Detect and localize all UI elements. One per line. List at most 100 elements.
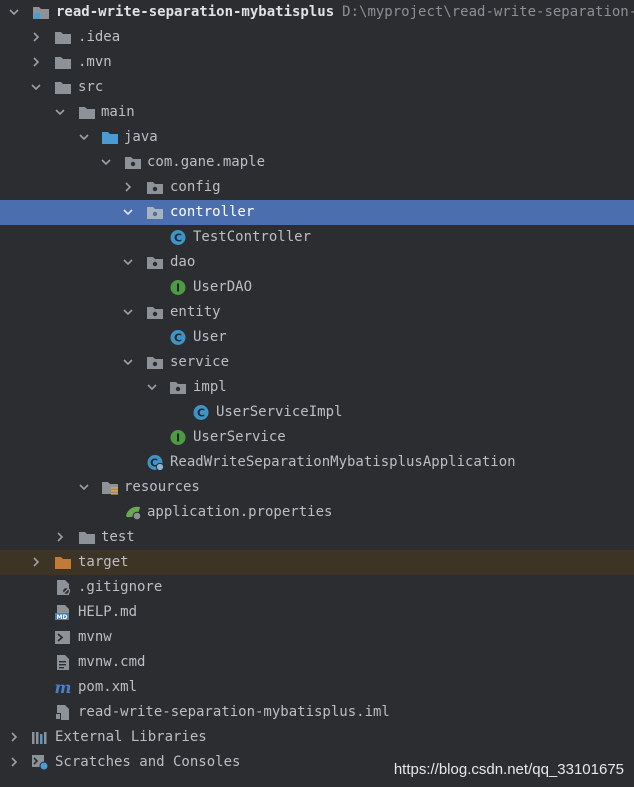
java-class-icon: C	[169, 329, 187, 346]
chevron-right-icon[interactable]	[54, 531, 66, 543]
svg-text:I: I	[176, 432, 180, 445]
tree-row-iml[interactable]: read-write-separation-mybatisplus.iml	[0, 700, 634, 725]
package-icon	[146, 254, 164, 271]
folder-icon	[54, 54, 72, 71]
excluded-folder-icon	[54, 554, 72, 571]
tree-row-src[interactable]: src	[0, 75, 634, 100]
tree-item-label: read-write-separation-mybatisplus.iml	[78, 704, 390, 720]
tree-item-label: ReadWriteSeparationMybatisplusApplicatio…	[170, 454, 516, 470]
tree-item-label: impl	[193, 379, 227, 395]
tree-row-test-controller[interactable]: C TestController	[0, 225, 634, 250]
chevron-down-icon[interactable]	[146, 381, 158, 393]
tree-item-label: mvnw.cmd	[78, 654, 146, 670]
folder-icon	[54, 79, 72, 96]
tree-item-label: resources	[124, 479, 200, 495]
chevron-down-icon[interactable]	[78, 131, 90, 143]
idea-name: idea	[86, 29, 121, 45]
chevron-down-icon[interactable]	[100, 156, 112, 168]
library-icon	[31, 729, 49, 746]
tree-row-mvn[interactable]: .mvn	[0, 50, 634, 75]
svg-text:C: C	[174, 232, 182, 245]
tree-item-label: .mvn	[78, 54, 112, 70]
resources-folder-icon	[101, 479, 119, 496]
tree-row-application[interactable]: C ReadWriteSeparationMybatisplusApplicat…	[0, 450, 634, 475]
tree-row-mvnw-cmd[interactable]: mvnw.cmd	[0, 650, 634, 675]
module-folder-icon	[32, 4, 50, 21]
tree-row-dao[interactable]: dao	[0, 250, 634, 275]
tree-item-label: dao	[170, 254, 196, 270]
tree-item-label: controller	[170, 204, 255, 220]
tree-row-test[interactable]: test	[0, 525, 634, 550]
tree-item-label: UserServiceImpl	[216, 404, 343, 420]
chevron-down-icon[interactable]	[122, 306, 134, 318]
tree-item-label: com.gane.maple	[147, 154, 266, 170]
tree-item-label: main	[101, 104, 135, 120]
chevron-down-icon[interactable]	[122, 256, 134, 268]
java-class-icon: C	[169, 229, 187, 246]
tree-row-java[interactable]: java	[0, 125, 634, 150]
tree-row-main[interactable]: main	[0, 100, 634, 125]
tree-item-label: pom.xml	[78, 679, 138, 695]
chevron-right-icon[interactable]	[122, 181, 134, 193]
tree-row-controller[interactable]: controller	[0, 200, 634, 225]
spring-properties-icon	[124, 504, 142, 521]
tree-row-target[interactable]: target	[0, 550, 634, 575]
tree-item-label: .idea	[78, 25, 120, 50]
ignore-file-icon	[54, 579, 72, 596]
tree-row-root[interactable]: read-write-separation-mybatisplus D:\mypr…	[0, 0, 634, 25]
tree-row-entity[interactable]: entity	[0, 300, 634, 325]
tree-row-package[interactable]: com.gane.maple	[0, 150, 634, 175]
tree-row-pom[interactable]: m pom.xml	[0, 675, 634, 700]
tree-item-label: HELP.md	[78, 604, 138, 620]
tree-item-label: entity	[170, 304, 221, 320]
java-class-icon: C	[192, 404, 210, 421]
shell-script-icon	[54, 629, 72, 646]
tree-row-help[interactable]: MD HELP.md	[0, 600, 634, 625]
root-project-name: read-write-separation-mybatisplus	[56, 4, 335, 20]
tree-row-application-properties[interactable]: application.properties	[0, 500, 634, 525]
java-interface-icon: I	[169, 429, 187, 446]
chevron-right-icon[interactable]	[30, 31, 42, 43]
markdown-file-icon: MD	[54, 604, 72, 621]
chevron-down-icon[interactable]	[8, 6, 20, 18]
chevron-down-icon[interactable]	[122, 356, 134, 368]
source-folder-icon	[101, 129, 119, 146]
tree-row-external-libraries[interactable]: External Libraries	[0, 725, 634, 750]
folder-icon	[54, 29, 72, 46]
text-file-icon	[54, 654, 72, 671]
tree-row-idea[interactable]: .idea	[0, 25, 634, 50]
tree-row-user-service-impl[interactable]: C UserServiceImpl	[0, 400, 634, 425]
tree-item-label: External Libraries	[55, 729, 207, 745]
chevron-right-icon[interactable]	[8, 731, 20, 743]
chevron-down-icon[interactable]	[122, 206, 134, 218]
tree-row-user-dao[interactable]: I UserDAO	[0, 275, 634, 300]
chevron-right-icon[interactable]	[30, 56, 42, 68]
tree-row-user-service[interactable]: I UserService	[0, 425, 634, 450]
tree-row-service[interactable]: service	[0, 350, 634, 375]
root-project-label: read-write-separation-mybatisplus D:\mypr…	[56, 0, 634, 25]
tree-row-gitignore[interactable]: .gitignore	[0, 575, 634, 600]
root-project-path: D:\myproject\read-write-separation-myb	[342, 4, 634, 20]
tree-item-label: UserDAO	[193, 279, 253, 295]
module-file-icon	[54, 704, 72, 721]
tree-row-impl[interactable]: impl	[0, 375, 634, 400]
chevron-down-icon[interactable]	[78, 481, 90, 493]
tree-row-resources[interactable]: resources	[0, 475, 634, 500]
tree-row-config[interactable]: config	[0, 175, 634, 200]
tree-item-label: .gitignore	[78, 579, 163, 595]
chevron-right-icon[interactable]	[30, 556, 42, 568]
chevron-right-icon[interactable]	[8, 756, 20, 768]
chevron-down-icon[interactable]	[54, 106, 66, 118]
folder-icon	[78, 104, 96, 121]
chevron-down-icon[interactable]	[30, 81, 42, 93]
package-icon	[146, 304, 164, 321]
tree-item-label: java	[124, 129, 158, 145]
svg-text:MD: MD	[57, 614, 68, 621]
tree-row-user[interactable]: C User	[0, 325, 634, 350]
svg-text:I: I	[176, 282, 180, 295]
tree-row-mvnw[interactable]: mvnw	[0, 625, 634, 650]
tree-item-label: UserService	[193, 429, 286, 445]
scratches-icon	[31, 754, 49, 771]
tree-item-label: config	[170, 179, 221, 195]
tree-item-label: src	[78, 79, 104, 95]
